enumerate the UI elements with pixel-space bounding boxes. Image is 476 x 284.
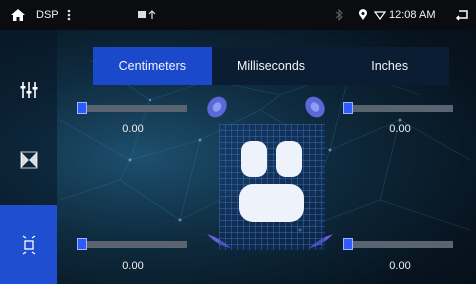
front-left-value: 0.00 (122, 123, 144, 135)
location-icon (358, 0, 368, 30)
front-left-speaker-icon (207, 96, 227, 118)
slider-track (77, 105, 187, 112)
slider-handle[interactable] (77, 238, 87, 250)
front-right-seat[interactable] (276, 141, 302, 177)
back-icon[interactable] (455, 0, 469, 30)
more-menu-icon[interactable] (67, 0, 71, 30)
front-left-slider[interactable] (77, 102, 187, 114)
slider-track (77, 241, 187, 248)
app-title: DSP (36, 9, 59, 21)
tab-inches[interactable]: Inches (330, 47, 449, 85)
tab-centimeters[interactable]: Centimeters (93, 47, 212, 85)
slider-track (343, 241, 453, 248)
bluetooth-icon (335, 0, 343, 30)
rear-seat[interactable] (239, 184, 304, 222)
tab-milliseconds[interactable]: Milliseconds (212, 47, 331, 85)
notification-icons (138, 0, 160, 30)
rear-right-slider[interactable] (343, 238, 453, 250)
slider-handle[interactable] (343, 238, 353, 250)
dsp-screen: DSP 12:08 AM Centimeters Milliseconds In… (0, 0, 476, 284)
front-right-speaker-icon (305, 96, 325, 118)
clock: 12:08 AM (389, 9, 436, 21)
slider-handle[interactable] (77, 102, 87, 114)
home-icon[interactable] (10, 0, 26, 30)
equalizer-icon (20, 82, 37, 98)
sidebar-item-sound-field[interactable] (0, 130, 57, 190)
sidebar (0, 30, 57, 284)
rear-left-slider[interactable] (77, 238, 187, 250)
slider-track (343, 105, 453, 112)
unit-tabs: Centimeters Milliseconds Inches (93, 47, 449, 85)
front-right-slider[interactable] (343, 102, 453, 114)
sidebar-item-equalizer[interactable] (0, 60, 57, 120)
status-bar: DSP 12:08 AM (0, 0, 476, 30)
sidebar-item-delay[interactable] (0, 205, 57, 284)
delay-seat-icon (22, 235, 35, 254)
car-seat-grid (219, 124, 325, 250)
wifi-icon (374, 0, 386, 30)
front-right-value: 0.00 (389, 123, 411, 135)
sound-field-icon (20, 151, 37, 169)
slider-handle[interactable] (343, 102, 353, 114)
front-left-seat[interactable] (241, 141, 267, 177)
rear-right-value: 0.00 (389, 260, 411, 272)
rear-left-value: 0.00 (122, 260, 144, 272)
